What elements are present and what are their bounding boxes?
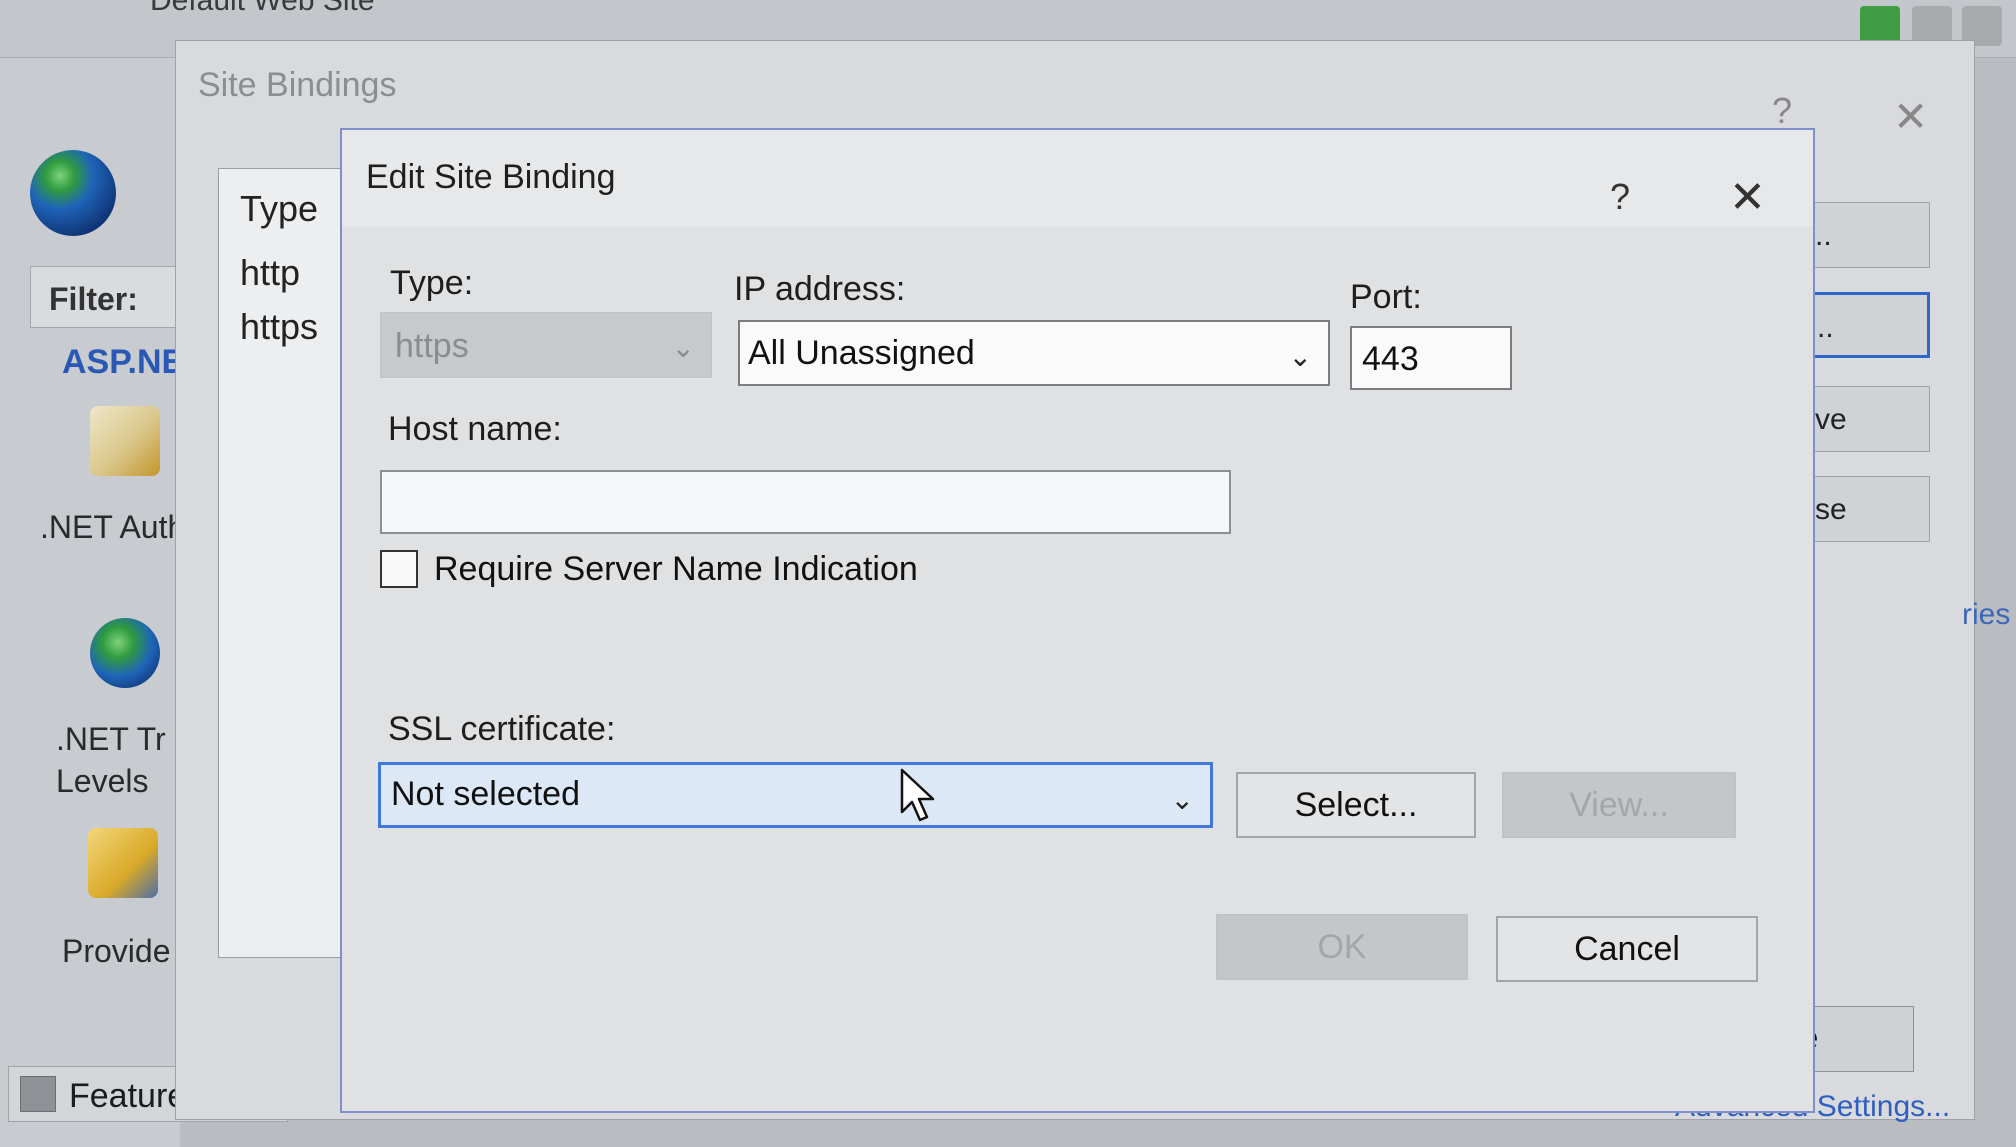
side-link[interactable]: ries — [1962, 598, 2016, 632]
ssl-certificate-value: Not selected — [391, 775, 580, 813]
type-dropdown: https ⌄ — [380, 312, 712, 378]
port-input[interactable]: 443 — [1350, 326, 1512, 390]
add-binding-button[interactable]: .. — [1810, 202, 1930, 268]
type-label: Type: — [390, 264, 474, 302]
ip-address-value: All Unassigned — [748, 334, 975, 372]
breadcrumb[interactable]: Default Web Site — [150, 0, 375, 18]
ssl-certificate-label: SSL certificate: — [388, 710, 616, 748]
globe-icon — [30, 150, 116, 236]
close-icon[interactable]: ✕ — [1729, 172, 1766, 223]
chevron-down-icon: ⌄ — [1288, 341, 1312, 372]
site-bindings-title: Site Bindings — [198, 66, 397, 104]
select-certificate-button[interactable]: Select... — [1236, 772, 1476, 838]
edit-site-binding-title: Edit Site Binding — [366, 158, 616, 196]
sni-label[interactable]: Require Server Name Indication — [434, 550, 918, 589]
binding-row-https[interactable]: https — [240, 306, 318, 348]
view-certificate-button: View... — [1502, 772, 1736, 838]
feature-authorization[interactable]: .NET Authoriz — [40, 506, 180, 548]
port-label: Port: — [1350, 278, 1422, 316]
chevron-down-icon: ⌄ — [671, 332, 695, 363]
filter-label[interactable]: Filter: — [30, 266, 180, 328]
ip-address-label: IP address: — [734, 270, 906, 308]
cancel-button[interactable]: Cancel — [1496, 916, 1758, 982]
chevron-down-icon: ⌄ — [1170, 784, 1194, 815]
remove-binding-button[interactable]: ve — [1810, 386, 1930, 452]
site-bindings-close-icon[interactable]: ✕ — [1893, 92, 1928, 141]
mouse-cursor-icon — [900, 768, 935, 822]
features-view-icon — [20, 1076, 56, 1112]
sni-checkbox[interactable] — [380, 550, 418, 588]
section-label-aspnet: ASP.NE — [62, 343, 185, 381]
ok-button: OK — [1216, 914, 1468, 980]
globe-check-icon[interactable] — [90, 618, 160, 688]
type-value: https — [395, 327, 469, 365]
help-icon[interactable]: ? — [1610, 176, 1630, 218]
ssl-certificate-dropdown[interactable]: Not selected ⌄ — [378, 762, 1213, 828]
lock-document-icon[interactable] — [90, 406, 160, 476]
feature-trust-levels[interactable]: .NET Tr Levels — [56, 718, 180, 804]
edit-binding-button[interactable]: .. — [1810, 292, 1930, 358]
feature-providers[interactable]: Provide — [62, 930, 180, 972]
binding-row-http[interactable]: http — [240, 252, 300, 294]
host-name-label: Host name: — [388, 410, 562, 448]
host-name-input[interactable] — [380, 470, 1231, 534]
site-bindings-help-icon[interactable]: ? — [1772, 90, 1792, 132]
browse-binding-button[interactable]: se — [1810, 476, 1930, 542]
ip-address-dropdown[interactable]: All Unassigned ⌄ — [738, 320, 1330, 386]
bindings-column-type[interactable]: Type — [240, 188, 318, 230]
users-database-icon[interactable] — [88, 828, 158, 898]
